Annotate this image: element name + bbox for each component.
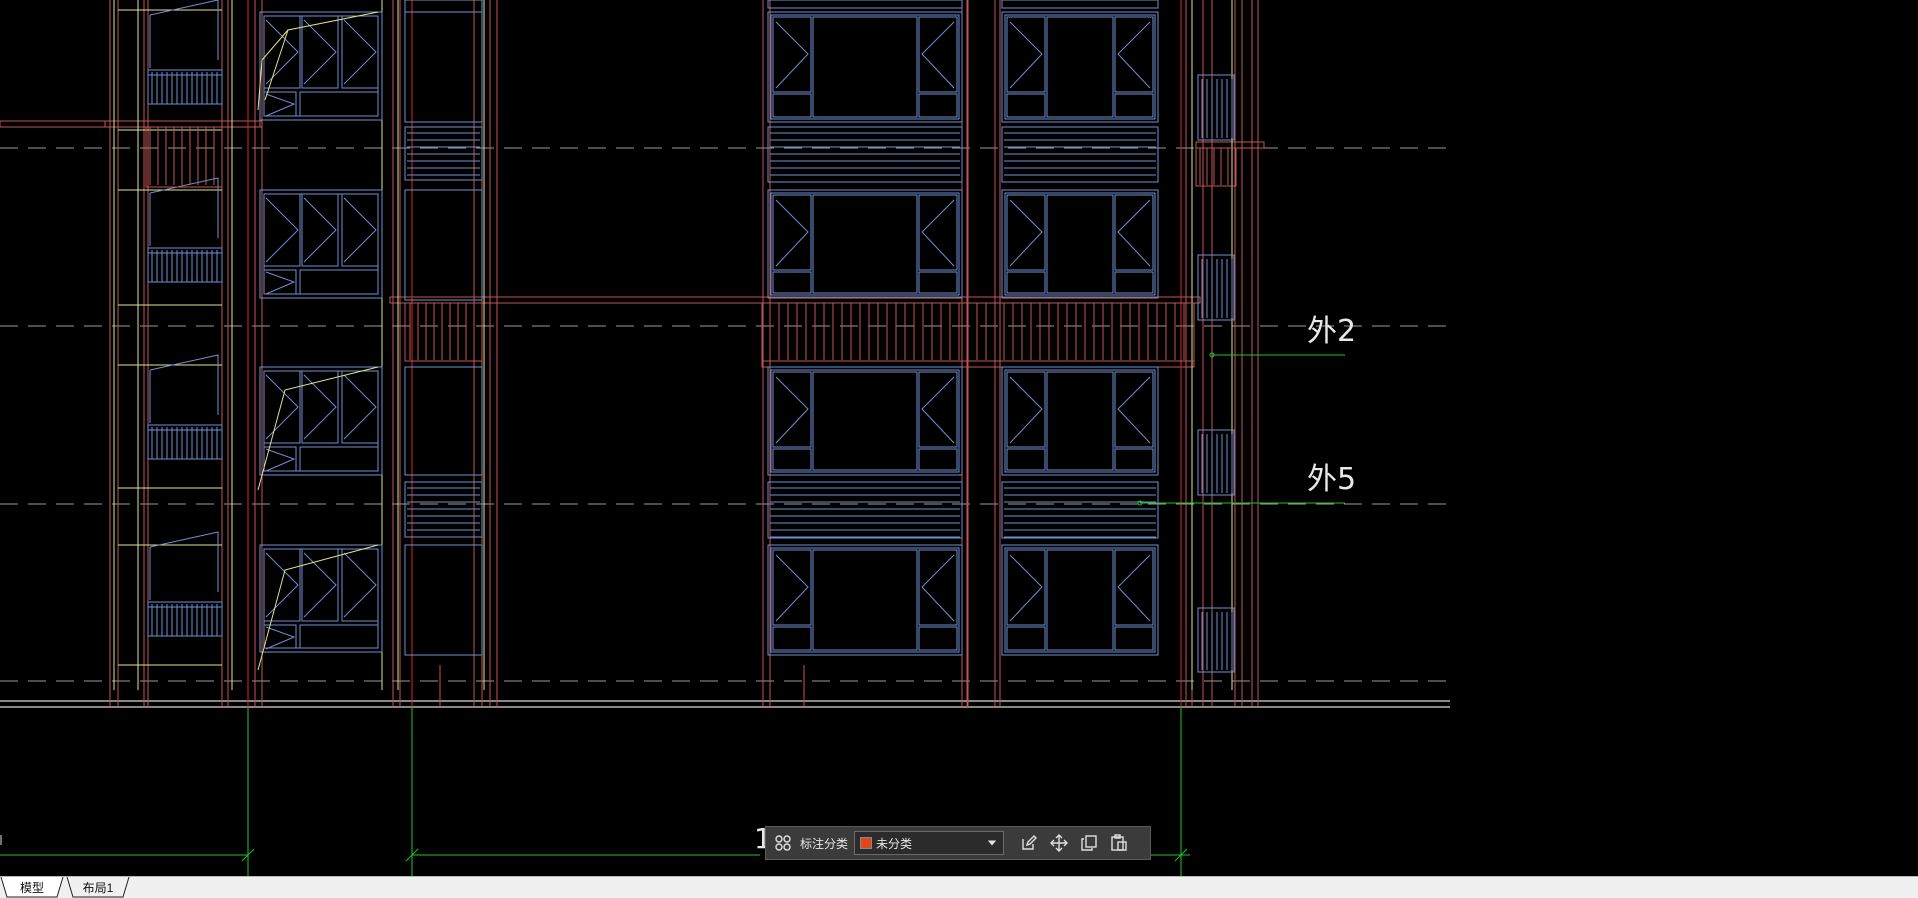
tab-layout1[interactable]: 布局1 xyxy=(66,877,130,898)
tab-layout1-label: 布局1 xyxy=(82,881,114,895)
copy-icon[interactable] xyxy=(1076,830,1102,856)
tab-model-label: 模型 xyxy=(19,881,44,895)
layout-tab-bar: 模型 布局1 xyxy=(0,876,1918,898)
category-color-swatch xyxy=(860,837,873,849)
paste-icon[interactable] xyxy=(1106,830,1132,856)
chevron-down-icon xyxy=(984,835,1000,851)
category-dropdown[interactable]: 未分类 xyxy=(854,831,1005,855)
edit-icon[interactable] xyxy=(1016,830,1042,856)
category-label: 标注分类 xyxy=(800,836,849,851)
grid-icon[interactable] xyxy=(770,830,796,856)
tab-model[interactable]: 模型 xyxy=(0,877,64,898)
move-icon[interactable] xyxy=(1046,830,1072,856)
drawing-canvas[interactable] xyxy=(0,0,1918,876)
callout-label-wai5[interactable]: 外5 xyxy=(1307,465,1356,495)
annotation-category-toolbar: 标注分类 未分类 xyxy=(765,826,1151,860)
cad-elevation-drawing xyxy=(0,0,1450,876)
callout-label-wai2[interactable]: 外2 xyxy=(1307,317,1356,347)
category-selected-value: 未分类 xyxy=(876,836,913,851)
